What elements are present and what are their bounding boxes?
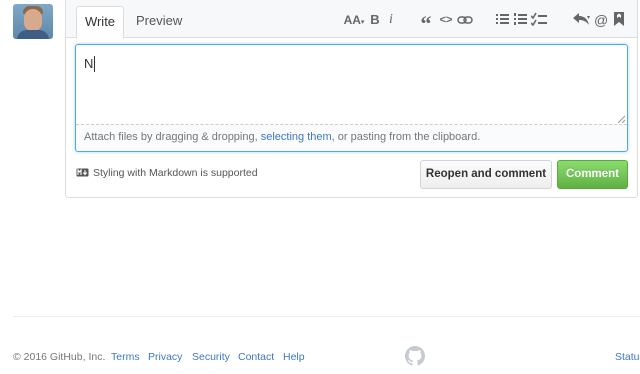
avatar[interactable]: [13, 4, 53, 39]
comment-text: N: [84, 56, 96, 72]
bookmark-icon[interactable]: [613, 12, 625, 28]
file-drop-zone[interactable]: Attach files by dragging & dropping, sel…: [76, 124, 627, 151]
task-list-icon[interactable]: [530, 12, 547, 28]
footer-link-security[interactable]: Security: [192, 350, 230, 364]
code-icon[interactable]: <>: [438, 12, 454, 28]
reopen-and-comment-button[interactable]: Reopen and comment: [420, 160, 552, 189]
ordered-list-icon[interactable]: [514, 12, 528, 28]
markdown-note[interactable]: Styling with Markdown is supported: [76, 166, 258, 180]
svg-text:▾: ▾: [587, 14, 590, 21]
select-files-link[interactable]: selecting them: [261, 131, 332, 143]
comment-button[interactable]: Comment: [557, 160, 628, 189]
link-icon[interactable]: [457, 12, 473, 28]
footer-link-contact[interactable]: Contact: [238, 350, 274, 364]
markdown-icon: [76, 168, 89, 177]
mention-icon[interactable]: @: [594, 12, 608, 28]
avatar-shirt: [17, 30, 49, 39]
reply-icon[interactable]: ▾: [572, 12, 592, 28]
bold-icon[interactable]: B: [369, 12, 381, 28]
text-size-icon[interactable]: AA▾: [343, 12, 365, 28]
resize-grip-icon[interactable]: [617, 115, 625, 123]
footer-link-privacy[interactable]: Privacy: [148, 350, 182, 364]
tab-preview[interactable]: Preview: [124, 6, 194, 36]
footer-link-status[interactable]: Status: [615, 350, 640, 364]
markdown-note-text: Styling with Markdown is supported: [93, 167, 258, 179]
footer-link-help[interactable]: Help: [283, 350, 305, 364]
footer-link-terms[interactable]: Terms: [111, 350, 140, 364]
tab-write[interactable]: Write: [76, 6, 124, 39]
italic-icon[interactable]: i: [386, 12, 396, 28]
drop-text-before: Attach files by dragging & dropping,: [84, 131, 261, 143]
footer-copyright: © 2016 GitHub, Inc.: [13, 351, 106, 363]
avatar-face: [24, 9, 42, 31]
drop-text-after: , or pasting from the clipboard.: [331, 131, 481, 143]
quote-icon[interactable]: “: [418, 12, 434, 36]
github-octocat-icon[interactable]: [405, 346, 425, 366]
unordered-list-icon[interactable]: [496, 12, 510, 28]
footer-divider: [13, 316, 640, 317]
comment-textarea[interactable]: N Attach files by dragging & dropping, s…: [75, 44, 628, 152]
